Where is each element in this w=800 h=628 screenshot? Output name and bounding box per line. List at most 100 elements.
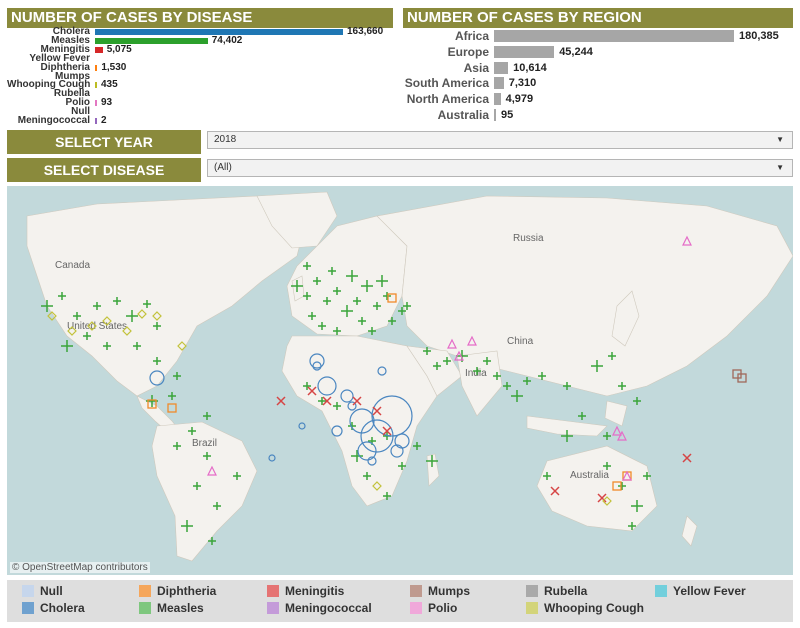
region-panel-title: NUMBER OF CASES BY REGION [403, 8, 793, 28]
region-bar[interactable] [494, 93, 501, 106]
region-bar[interactable] [494, 77, 504, 90]
legend-item[interactable]: Measles [139, 601, 204, 615]
region-bar-value: 180,385 [739, 30, 779, 42]
year-dropdown[interactable]: 2018 ▼ [207, 131, 793, 149]
meningitis-marker[interactable] [682, 453, 692, 463]
legend-label: Meningitis [285, 584, 345, 598]
legend-swatch [526, 602, 538, 614]
disease-bar-value: 2 [101, 115, 107, 126]
legend-label: Polio [428, 601, 458, 615]
legend-item[interactable]: Mumps [410, 584, 470, 598]
legend-item[interactable]: Meningococcal [267, 601, 372, 615]
legend-swatch [410, 602, 422, 614]
measles-marker[interactable] [503, 382, 511, 390]
disease-bar-label: Meningococcal [17, 115, 90, 126]
legend-label: Yellow Fever [673, 584, 746, 598]
legend-item[interactable]: Polio [410, 601, 457, 615]
legend-item[interactable]: Whooping Cough [526, 601, 644, 615]
meningitis-marker[interactable] [276, 396, 286, 406]
region-bar-label: Asia [463, 60, 489, 75]
diphtheria-marker[interactable] [167, 403, 177, 413]
legend-item[interactable]: Diphtheria [139, 584, 216, 598]
disease-bar[interactable] [95, 82, 97, 89]
world-map[interactable]: Canada Russia United States China India … [7, 186, 793, 575]
measles-marker[interactable] [203, 412, 211, 420]
disease-bar[interactable] [95, 46, 103, 53]
measles-marker[interactable] [603, 432, 611, 440]
measles-marker[interactable] [633, 397, 641, 405]
disease-bar-value: 5,075 [106, 43, 132, 55]
chevron-down-icon[interactable]: ▼ [776, 160, 784, 176]
legend-swatch [267, 585, 279, 597]
measles-marker[interactable] [61, 340, 73, 352]
region-bar-label: North America [406, 92, 489, 107]
legend-swatch [139, 585, 151, 597]
legend-item[interactable]: Yellow Fever [655, 584, 746, 598]
legend-swatch [410, 585, 422, 597]
legend-swatch [22, 585, 34, 597]
region-bar-value: 10,614 [513, 61, 547, 74]
measles-marker[interactable] [523, 377, 531, 385]
legend-item[interactable]: Meningitis [267, 584, 344, 598]
region-bar-value: 95 [501, 109, 514, 121]
disease-dropdown[interactable]: (All) ▼ [207, 159, 793, 177]
legend-label: Whooping Cough [544, 601, 644, 615]
year-dropdown-value: 2018 [214, 134, 237, 145]
measles-marker[interactable] [578, 412, 586, 420]
legend-label: Null [40, 584, 63, 598]
region-bar[interactable] [494, 45, 555, 58]
region-bar[interactable] [494, 109, 496, 121]
cholera-marker[interactable] [268, 454, 276, 462]
map-label-canada: Canada [55, 260, 90, 271]
legend-label: Mumps [428, 584, 470, 598]
legend-label: Rubella [544, 584, 588, 598]
map-attribution[interactable]: © OpenStreetMap contributors [10, 562, 150, 573]
legend-swatch [139, 602, 151, 614]
disease-bar[interactable] [95, 118, 97, 124]
legend-item[interactable]: Cholera [22, 601, 85, 615]
chevron-down-icon[interactable]: ▼ [776, 132, 784, 148]
legend-swatch [22, 602, 34, 614]
map-canvas[interactable]: Canada Russia United States China India … [7, 186, 793, 575]
region-bar-label: Australia [437, 108, 489, 122]
region-bar[interactable] [494, 61, 509, 74]
disease-bar-value: 93 [101, 97, 113, 109]
measles-marker[interactable] [413, 442, 421, 450]
disease-bar-value: 1,530 [101, 61, 127, 73]
polio-marker[interactable] [612, 425, 622, 436]
measles-marker[interactable] [511, 390, 523, 402]
legend-item[interactable]: Null [22, 584, 63, 598]
disease-panel-title: NUMBER OF CASES BY DISEASE [7, 8, 393, 28]
map-label-china: China [507, 336, 534, 347]
disease-dropdown-value: (All) [214, 162, 232, 173]
map-label-australia: Australia [570, 470, 609, 481]
select-year-label: SELECT YEAR [7, 130, 201, 154]
polio-marker[interactable] [617, 430, 627, 441]
region-bar-label: Africa [454, 29, 489, 43]
cholera-marker[interactable] [298, 422, 306, 430]
measles-marker[interactable] [168, 392, 176, 400]
map-label-russia: Russia [513, 233, 544, 244]
region-bar-label: Europe [447, 44, 489, 59]
map-legend: Null Diphtheria Meningitis Mumps Rubella Yell… [7, 580, 793, 622]
select-disease-label: SELECT DISEASE [7, 158, 201, 182]
legend-label: Diphtheria [157, 584, 217, 598]
legend-label: Meningococcal [285, 601, 372, 615]
legend-swatch [526, 585, 538, 597]
legend-item[interactable]: Rubella [526, 584, 587, 598]
disease-bar-value: 163,660 [347, 26, 384, 37]
measles-marker[interactable] [173, 372, 181, 380]
legend-label: Cholera [40, 601, 85, 615]
disease-bar[interactable] [95, 64, 98, 71]
region-bar-value: 45,244 [559, 45, 593, 58]
disease-bar[interactable] [95, 100, 97, 107]
region-bar-value: 7,310 [508, 77, 537, 90]
legend-swatch [655, 585, 667, 597]
region-bar[interactable] [494, 30, 734, 42]
map-label-brazil: Brazil [192, 438, 217, 449]
legend-label: Measles [157, 601, 204, 615]
map-label-india: India [465, 368, 487, 379]
region-bar-label: South America [404, 76, 489, 91]
region-bar-value: 4,979 [505, 93, 534, 106]
disease-bar-value: 435 [101, 79, 118, 91]
